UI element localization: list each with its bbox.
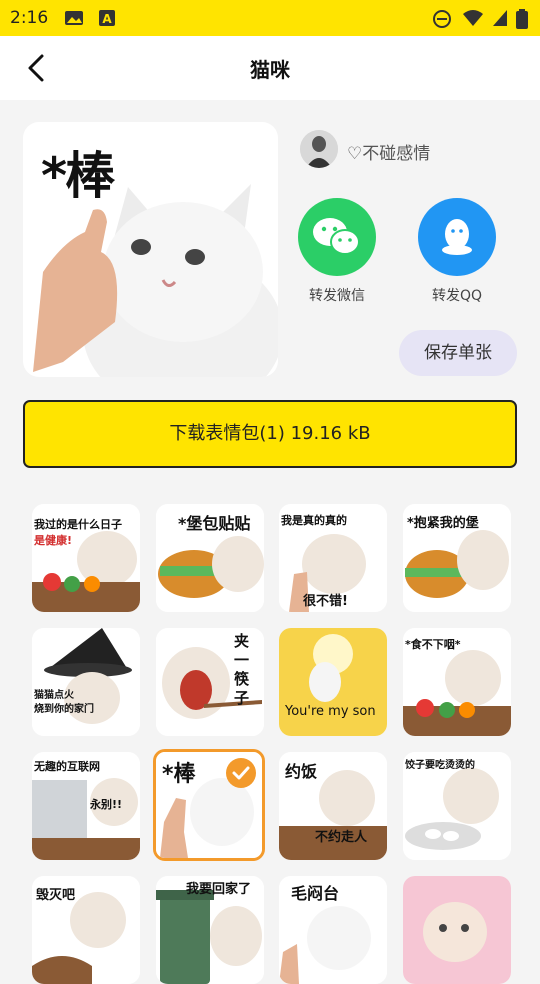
sticker-tile[interactable]: 无趣的互联网 永别!! — [32, 752, 140, 860]
sticker-tile[interactable]: 我要回家了 — [156, 876, 264, 984]
sticker-tile[interactable]: 猫猫点火 烧到你的家门 — [32, 628, 140, 736]
selected-check-icon — [226, 758, 256, 788]
sticker-subcaption: 不约走人 — [315, 830, 368, 845]
sticker-tile[interactable]: *抱紧我的堡 — [403, 504, 511, 612]
sticker-subcaption: 很不错! — [303, 594, 348, 609]
sticker-caption: 我是真的真的 — [281, 514, 347, 527]
sticker-tile[interactable]: 毁灭吧 — [32, 876, 140, 984]
sticker-preview: *棒 — [23, 122, 278, 377]
share-qq-label: 转发QQ — [431, 288, 483, 304]
sticker-tile[interactable]: 约饭 不约走人 — [279, 752, 387, 860]
download-pack-button[interactable]: 下载表情包(1) 19.16 kB — [23, 400, 517, 468]
font-icon: A — [99, 10, 115, 26]
page-title: 猫咪 — [250, 58, 290, 82]
sticker-caption: *抱紧我的堡 — [407, 516, 479, 531]
avatar-image — [300, 130, 338, 168]
sticker-caption: 我要回家了 — [186, 882, 252, 897]
sticker-caption: 猫猫点火 — [34, 690, 74, 701]
sticker-caption: 毛闷台 — [291, 884, 340, 903]
sticker-caption: 毁灭吧 — [36, 888, 76, 903]
sticker-caption: 夹一筷子 — [234, 632, 250, 707]
signal-icon — [493, 10, 507, 26]
sticker-caption: You're my son — [285, 704, 376, 719]
sticker-caption: 无趣的互联网 — [34, 760, 100, 773]
battery-icon — [516, 9, 528, 29]
sticker-caption: *棒 — [162, 762, 196, 787]
sticker-tile[interactable]: *堡包贴贴 — [156, 504, 264, 612]
preview-caption: *棒 — [41, 147, 115, 205]
share-wechat-label: 转发微信 — [309, 288, 365, 304]
save-single-button[interactable]: 保存单张 — [399, 330, 517, 376]
status-bar: 2:16 A — [0, 0, 540, 36]
sticker-subcaption: 是健康! — [34, 534, 73, 547]
sticker-tile[interactable]: 夹一筷子 — [156, 628, 264, 736]
sticker-subcaption: 永别!! — [90, 798, 123, 811]
share-qq-button[interactable]: 转发QQ — [412, 198, 502, 305]
sticker-tile-selected[interactable]: *棒 — [153, 749, 265, 861]
app-bar: 猫咪 — [0, 36, 540, 100]
status-time: 2:16 — [10, 8, 49, 28]
share-wechat-button[interactable]: 转发微信 — [292, 198, 382, 305]
svg-text:A: A — [102, 12, 112, 26]
sticker-tile[interactable]: 我是真的真的 很不错! — [279, 504, 387, 612]
sticker-caption: 约饭 — [285, 762, 318, 781]
sticker-caption: *堡包贴贴 — [178, 514, 251, 533]
sticker-tile[interactable]: *食不下咽* — [403, 628, 511, 736]
avatar[interactable] — [300, 130, 338, 168]
author-name[interactable]: ♡不碰感情 — [347, 139, 430, 164]
do-not-disturb-icon — [433, 10, 451, 28]
qq-icon[interactable] — [418, 198, 496, 276]
sticker-caption: 我过的是什么日子 — [34, 518, 122, 531]
sticker-tile[interactable]: You're my son — [279, 628, 387, 736]
sticker-tile[interactable]: 毛闷台 — [279, 876, 387, 984]
sticker-caption: *食不下咽* — [405, 638, 461, 651]
image-icon — [65, 11, 83, 25]
sticker-tile[interactable] — [403, 876, 511, 984]
sticker-tile[interactable]: 饺子要吃烫烫的 — [403, 752, 511, 860]
sticker-subcaption: 烧到你的家门 — [34, 704, 94, 715]
wechat-icon[interactable] — [298, 198, 376, 276]
sticker-caption: 饺子要吃烫烫的 — [405, 760, 475, 771]
sticker-tile[interactable]: 我过的是什么日子 是健康! — [32, 504, 140, 612]
wifi-icon — [463, 10, 483, 26]
